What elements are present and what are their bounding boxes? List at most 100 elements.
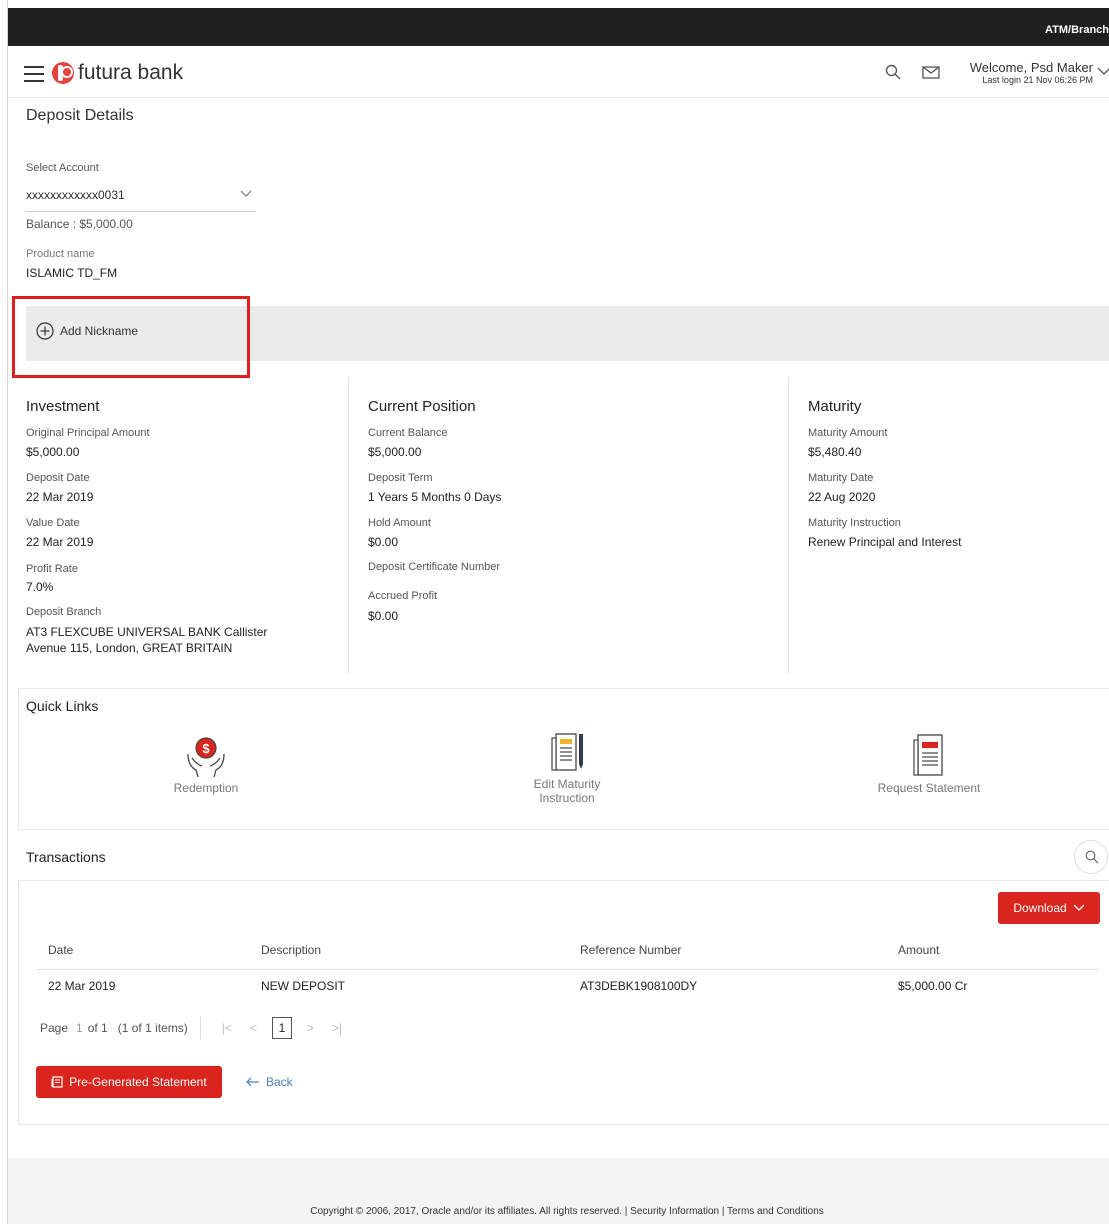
pre-generated-statement-button[interactable]: Pre-Generated Statement: [36, 1066, 222, 1098]
table-cell-reference: AT3DEBK1908100DY: [580, 979, 698, 993]
column-divider: [348, 378, 349, 674]
column-header-reference[interactable]: Reference Number: [580, 943, 681, 957]
account-select-value: xxxxxxxxxxxx0031: [26, 188, 125, 202]
table-cell-description: NEW DEPOSIT: [261, 979, 346, 993]
pre-generated-statement-label: Pre-Generated Statement: [69, 1075, 207, 1089]
investment-value: 7.0%: [26, 580, 54, 594]
maturity-label: Maturity Date: [808, 472, 874, 484]
left-rule: [0, 0, 8, 1224]
current-position-value: $0.00: [368, 609, 399, 623]
arrow-left-icon: [246, 1077, 259, 1087]
maturity-value: Renew Principal and Interest: [808, 535, 962, 549]
account-select[interactable]: xxxxxxxxxxxx0031: [26, 182, 256, 212]
quick-link-label: Redemption: [173, 781, 239, 795]
user-menu[interactable]: Welcome, Psd Maker Last login 21 Nov 06:…: [961, 60, 1093, 85]
pager-items-info: (1 of 1 items): [117, 1021, 188, 1035]
search-icon: [1085, 850, 1099, 864]
quick-link-request-statement[interactable]: Request Statement: [869, 732, 989, 795]
investment-value: 22 Mar 2019: [26, 490, 94, 504]
chevron-down-icon: [1073, 904, 1085, 911]
transactions-search-button[interactable]: [1074, 840, 1108, 874]
column-header-date[interactable]: Date: [48, 943, 73, 957]
download-label: Download: [1013, 901, 1067, 915]
transactions-title: Transactions: [26, 849, 106, 865]
quick-link-edit-maturity[interactable]: Edit Maturity Instruction: [507, 730, 627, 805]
deposit-branch-line2: Avenue 115, London, GREAT BRITAIN: [26, 641, 233, 655]
maturity-title: Maturity: [808, 398, 862, 415]
table-cell-date: 22 Mar 2019: [48, 979, 116, 993]
redemption-icon: $: [187, 737, 225, 778]
investment-label: Profit Rate: [26, 563, 78, 575]
chevron-down-icon[interactable]: [1097, 66, 1109, 76]
maturity-label: Maturity Instruction: [808, 517, 901, 529]
column-header-amount[interactable]: Amount: [898, 943, 939, 957]
current-position-label: Current Balance: [368, 427, 448, 439]
pager-of-pages: of 1: [87, 1021, 108, 1035]
investment-label: Deposit Date: [26, 472, 90, 484]
pager-page-word: Page: [40, 1021, 69, 1035]
quick-links-title: Quick Links: [26, 698, 99, 714]
quick-link-label-line2: Instruction: [539, 791, 595, 805]
pagination: Page 1 of 1 (1 of 1 items) |< < 1 > >|: [40, 1017, 351, 1039]
current-position-value: 1 Years 5 Months 0 Days: [368, 490, 502, 504]
futura-logo-icon: [52, 62, 74, 84]
first-page-icon[interactable]: |<: [222, 1021, 232, 1035]
maturity-value: $5,480.40: [808, 445, 862, 459]
quick-link-redemption[interactable]: $ Redemption: [146, 732, 266, 795]
svg-text:$: $: [202, 741, 210, 756]
pager-page-number: 1: [76, 1021, 83, 1035]
deposit-branch-line1: AT3 FLEXCUBE UNIVERSAL BANK Callister: [26, 625, 268, 639]
table-header-divider: [36, 969, 1099, 970]
back-button[interactable]: Back: [246, 1075, 293, 1089]
investment-label: Deposit Branch: [26, 606, 102, 618]
footer-text: Copyright © 2006, 2017, Oracle and/or it…: [310, 1206, 824, 1217]
investment-label: Value Date: [26, 517, 80, 529]
highlight-box: [12, 296, 250, 378]
maturity-label: Maturity Amount: [808, 427, 888, 439]
download-button[interactable]: Download: [998, 892, 1100, 924]
quick-link-label: Edit Maturity: [533, 777, 601, 791]
search-icon[interactable]: [885, 64, 901, 80]
current-position-value: $0.00: [368, 535, 399, 549]
current-position-value: $5,000.00: [368, 445, 422, 459]
hamburger-menu-icon[interactable]: [24, 66, 44, 82]
investment-label: Original Principal Amount: [26, 427, 150, 439]
brand-logo[interactable]: futura bank: [52, 61, 183, 85]
select-account-label: Select Account: [26, 162, 99, 174]
account-balance: Balance : $5,000.00: [26, 217, 133, 231]
current-position-label: Deposit Certificate Number: [368, 561, 501, 573]
brand-name: futura bank: [78, 61, 184, 84]
column-divider: [788, 378, 789, 674]
header: futura bank Welcome, Psd Maker Last logi…: [8, 46, 1109, 98]
current-page-button[interactable]: 1: [271, 1017, 292, 1039]
last-login-text: Last login 21 Nov 06:26 PM: [982, 75, 1093, 85]
next-page-icon[interactable]: >: [307, 1021, 314, 1035]
edit-maturity-icon: [551, 733, 583, 771]
top-bar: ATM/Branch: [8, 8, 1109, 46]
product-name-label: Product name: [26, 248, 95, 260]
document-icon: [51, 1076, 63, 1088]
current-position-title: Current Position: [368, 398, 476, 415]
pager-divider: [199, 1017, 201, 1039]
maturity-value: 22 Aug 2020: [808, 490, 876, 504]
investment-title: Investment: [26, 398, 100, 415]
quick-link-label: Request Statement: [877, 781, 981, 795]
footer: Copyright © 2006, 2017, Oracle and/or it…: [8, 1158, 1109, 1224]
back-label: Back: [266, 1075, 293, 1089]
investment-value: $5,000.00: [26, 445, 80, 459]
page-title: Deposit Details: [26, 107, 134, 124]
current-position-label: Deposit Term: [368, 472, 433, 484]
last-page-icon[interactable]: >|: [332, 1021, 342, 1035]
mail-icon[interactable]: [922, 66, 940, 79]
previous-page-icon[interactable]: <: [250, 1021, 257, 1035]
column-header-description[interactable]: Description: [261, 943, 321, 957]
product-name-value: ISLAMIC TD_FM: [26, 266, 118, 280]
request-statement-icon: [913, 734, 943, 776]
chevron-down-icon: [240, 190, 252, 197]
top-bar-text[interactable]: ATM/Branch: [1045, 24, 1109, 36]
investment-value: 22 Mar 2019: [26, 535, 94, 549]
current-position-label: Hold Amount: [368, 517, 431, 529]
table-cell-amount: $5,000.00 Cr: [898, 979, 968, 993]
welcome-text: Welcome, Psd Maker: [969, 60, 1093, 75]
current-position-label: Accrued Profit: [368, 590, 438, 602]
